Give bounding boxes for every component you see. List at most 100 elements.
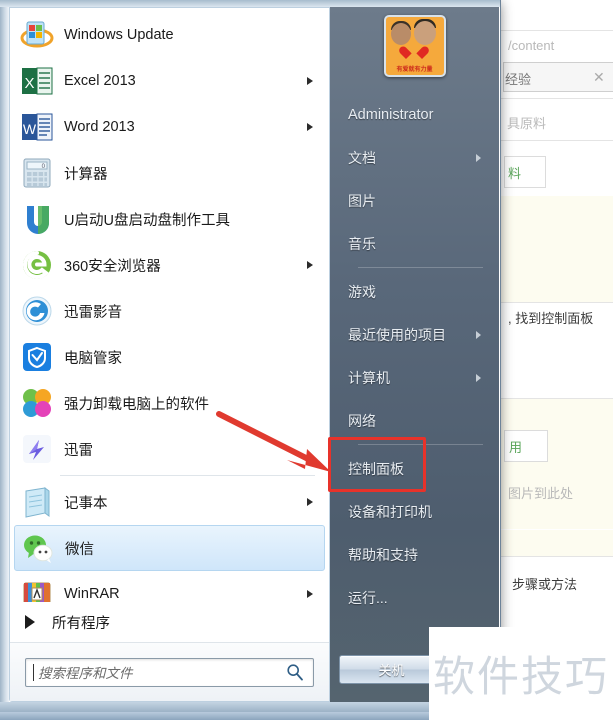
place-item-10[interactable]: 帮助和支持: [330, 533, 499, 576]
bg-fragment-use: 用: [509, 440, 523, 455]
program-item-label: 强力卸载电脑上的软件: [64, 396, 209, 413]
uninstaller-icon: [23, 389, 51, 417]
place-item-label: 设备和打印机: [348, 503, 432, 520]
chevron-right-icon: [476, 373, 481, 382]
xunlei-player-icon: [22, 296, 52, 326]
program-item-13[interactable]: WinRAR: [14, 571, 325, 602]
place-item-3[interactable]: 音乐: [330, 222, 499, 265]
program-item-label: Word 2013: [64, 119, 135, 135]
calculator-icon: 0: [23, 158, 51, 188]
place-item-label: 图片: [348, 192, 376, 209]
places-divider: [358, 267, 483, 268]
search-input[interactable]: 搜索程序和文件: [25, 657, 314, 687]
user-name-item[interactable]: Administrator: [330, 93, 499, 136]
program-item-5[interactable]: U启动U盘启动盘制作工具: [14, 196, 325, 242]
program-item-1[interactable]: Windows Update: [14, 12, 325, 58]
chevron-right-icon: [476, 330, 481, 339]
place-item-label: 音乐: [348, 235, 376, 252]
xunlei-player-icon: [20, 294, 54, 328]
program-item-2[interactable]: X Excel 2013: [14, 58, 325, 104]
program-item-label: 记事本: [64, 495, 108, 512]
text-caret: [33, 663, 34, 681]
place-item-9[interactable]: 设备和打印机: [330, 490, 499, 533]
uninstaller-icon: [20, 386, 54, 420]
program-item-12[interactable]: 微信: [14, 525, 325, 571]
pc-manager-icon: [23, 343, 51, 371]
start-menu: Windows Update X Excel 2013 W Word 2013 …: [0, 0, 501, 713]
place-item-label: 计算机: [348, 369, 390, 386]
bg-fragment-content: /content: [508, 38, 555, 53]
winrar-icon: [23, 582, 51, 602]
winrar-icon: [20, 577, 54, 602]
uqidong-icon: [20, 202, 54, 236]
bg-yellow-band: [500, 196, 613, 302]
xunlei-icon: [23, 435, 51, 463]
search-area: 搜索程序和文件: [10, 642, 329, 701]
notepad-icon: [25, 487, 50, 518]
chevron-right-icon: [25, 615, 35, 629]
place-item-7[interactable]: 网络: [330, 399, 499, 442]
chevron-right-icon: [307, 77, 313, 85]
bg-divider: [500, 302, 613, 303]
bg-divider: [500, 30, 613, 31]
place-item-label: 最近使用的项目: [348, 326, 446, 343]
360-browser-icon: [23, 251, 51, 279]
user-name-label: Administrator: [348, 106, 434, 123]
bg-fragment-experience: 经验: [505, 72, 532, 87]
program-item-6[interactable]: 360安全浏览器: [14, 242, 325, 288]
program-item-label: U启动U盘启动盘制作工具: [64, 212, 230, 229]
chevron-right-icon: [307, 498, 313, 506]
place-item-6[interactable]: 计算机: [330, 356, 499, 399]
close-icon[interactable]: ✕: [593, 69, 605, 86]
svg-text:X: X: [24, 75, 34, 92]
taskbar: [0, 712, 430, 720]
red-arrow-annotation: [216, 411, 331, 472]
word-icon: W: [22, 113, 53, 141]
bg-divider: [500, 556, 613, 557]
program-item-7[interactable]: 迅雷影音: [14, 288, 325, 334]
place-item-5[interactable]: 最近使用的项目: [330, 313, 499, 356]
bg-yellow-band: [500, 399, 613, 529]
search-icon[interactable]: [286, 663, 304, 681]
bg-fragment-controlpanel-text: , 找到控制面板: [508, 311, 594, 326]
bg-fragment-green: 料: [508, 166, 522, 181]
calculator-icon: 0: [20, 156, 54, 190]
place-item-1[interactable]: 文档: [330, 136, 499, 179]
heart-icon: [406, 47, 422, 61]
program-item-label: 迅雷: [64, 442, 93, 459]
windows-update-icon: [20, 18, 54, 52]
windows-update-icon: [20, 21, 54, 48]
place-item-2[interactable]: 图片: [330, 179, 499, 222]
program-item-label: 电脑管家: [64, 350, 122, 367]
excel-icon: X: [20, 64, 54, 98]
place-item-label: 游戏: [348, 283, 376, 300]
program-item-3[interactable]: W Word 2013: [14, 104, 325, 150]
avatar-caption: 有爱就有力量: [396, 67, 433, 73]
place-item-label: 运行...: [348, 589, 388, 606]
program-item-8[interactable]: 电脑管家: [14, 334, 325, 380]
place-item-label: 网络: [348, 412, 376, 429]
program-item-4[interactable]: 0 计算器: [14, 150, 325, 196]
bg-fragment-materials: 具原料: [507, 116, 547, 131]
place-item-4[interactable]: 游戏: [330, 270, 499, 313]
chevron-right-icon: [307, 123, 313, 131]
chevron-right-icon: [476, 153, 481, 162]
notepad-icon: [20, 485, 54, 519]
program-item-11[interactable]: 记事本: [14, 479, 325, 525]
wechat-icon: [21, 531, 55, 565]
program-item-label: Windows Update: [64, 27, 174, 43]
watermark: 软件技巧: [429, 627, 613, 720]
start-menu-places-pane: 有爱就有力量 Administrator 文档图片音乐游戏最近使用的项目 计算机网…: [330, 7, 499, 702]
all-programs-button[interactable]: 所有程序: [10, 602, 329, 642]
avatar[interactable]: 有爱就有力量: [383, 15, 446, 77]
pc-manager-icon: [20, 340, 54, 374]
chevron-right-icon: [307, 590, 313, 598]
place-item-11[interactable]: 运行...: [330, 576, 499, 619]
program-item-label: Excel 2013: [64, 73, 136, 89]
program-item-label: 计算器: [64, 166, 108, 183]
place-item-label: 帮助和支持: [348, 546, 418, 563]
bg-fragment-steps: 步骤或方法: [512, 577, 578, 592]
bg-yellow-band: [500, 530, 613, 556]
uqidong-icon: [27, 206, 49, 234]
program-item-label: 360安全浏览器: [64, 258, 161, 275]
